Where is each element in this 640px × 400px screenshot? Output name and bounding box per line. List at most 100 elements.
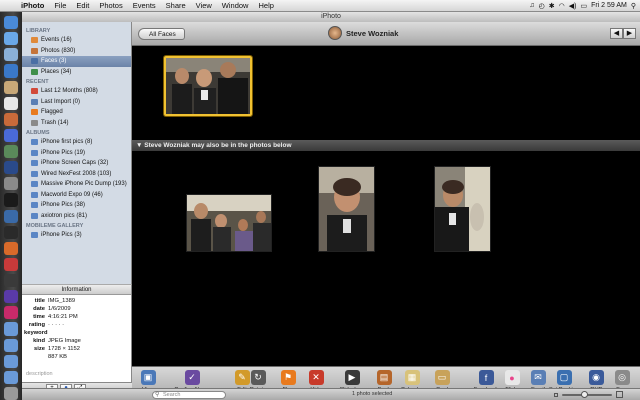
maybe-section-header: ▼ Steve Wozniak may also be in the photo… <box>132 140 640 151</box>
menu-clock[interactable]: Fri 2 59 AM <box>591 2 627 9</box>
menu-app-name[interactable]: iPhoto <box>16 1 49 10</box>
menu-file[interactable]: File <box>49 1 71 10</box>
zoom-large-icon[interactable] <box>616 391 623 398</box>
photo-image <box>435 167 490 251</box>
menu-help[interactable]: Help <box>253 1 278 10</box>
status-bar: ⚲ Search 1 photo selected <box>22 388 640 400</box>
maybe-header-text: Steve Wozniak may also be in the photos … <box>144 142 292 149</box>
flag-icon <box>31 109 38 116</box>
dock-folder-icon[interactable] <box>4 322 18 336</box>
source-item-album[interactable]: Wired NexFest 2008 (103) <box>22 169 131 180</box>
menu-window[interactable]: Window <box>217 1 254 10</box>
gallery-icon <box>31 232 38 239</box>
dock-mail-icon[interactable] <box>4 48 18 62</box>
source-list: LIBRARY Events (16) Photos (830) Faces (3) P… <box>22 22 132 284</box>
information-heading: Information <box>22 285 131 295</box>
album-icon <box>31 191 38 198</box>
source-section-heading[interactable]: RECENT <box>22 77 131 86</box>
wifi-icon[interactable]: ◠ <box>559 2 565 10</box>
source-item-import[interactable]: Last Import (0) <box>22 97 131 108</box>
dock-ical-icon[interactable] <box>4 96 18 110</box>
volume-icon[interactable]: ◀) <box>569 2 577 10</box>
burn-icon: ◎ <box>614 370 630 385</box>
menu-bar: iPhoto File Edit Photos Events Share Vie… <box>0 0 640 12</box>
source-item-flag[interactable]: Flagged <box>22 107 131 118</box>
source-item-album[interactable]: Massive iPhone Pic Dump (193) <box>22 179 131 190</box>
confirm-name-icon: ✓ <box>184 370 200 385</box>
source-item-label: iPhone Pics (19) <box>41 149 86 156</box>
photo-image <box>319 167 374 251</box>
menu-photos[interactable]: Photos <box>94 1 127 10</box>
dock-addressbook-icon[interactable] <box>4 80 18 94</box>
source-item-album[interactable]: Macworld Expo 09 (46) <box>22 190 131 201</box>
trash-icon <box>31 119 38 126</box>
dock-preview-icon[interactable] <box>4 112 18 126</box>
confirmed-photo-thumbnail[interactable] <box>164 56 252 116</box>
collapse-triangle-icon[interactable]: ▼ <box>136 142 144 149</box>
dock-safari-icon[interactable] <box>4 32 18 46</box>
battery-icon[interactable]: ▭ <box>580 2 587 10</box>
dock-finder-icon[interactable] <box>4 16 18 30</box>
source-item-trash[interactable]: Trash (14) <box>22 118 131 129</box>
places-icon <box>31 68 38 75</box>
source-item-album[interactable]: axiotron pics (81) <box>22 211 131 222</box>
dock-app-icon[interactable] <box>4 306 18 320</box>
source-item-label: Macworld Expo 09 (46) <box>41 191 103 198</box>
menu-share[interactable]: Share <box>161 1 191 10</box>
dock-app-icon[interactable] <box>4 209 18 223</box>
source-section-heading[interactable]: ALBUMS <box>22 128 131 137</box>
photo-image <box>166 58 250 114</box>
dock-app-icon[interactable] <box>4 257 18 271</box>
zoom-slider[interactable] <box>562 391 612 398</box>
suggested-photo-thumbnail[interactable] <box>434 166 491 252</box>
timemachine-icon[interactable]: ◴ <box>539 2 545 10</box>
suggested-photo-thumbnail[interactable] <box>318 166 375 252</box>
source-item-album[interactable]: iPhone Pics (19) <box>22 148 131 159</box>
zoom-slider-knob[interactable] <box>580 391 588 398</box>
description-field[interactable]: description <box>26 371 53 377</box>
dock-ichat-icon[interactable] <box>4 64 18 78</box>
menu-edit[interactable]: Edit <box>71 1 94 10</box>
source-item-album[interactable]: iPhone Screen Caps (32) <box>22 158 131 169</box>
source-item-label: Events (16) <box>41 37 72 44</box>
dock-app-icon[interactable] <box>4 274 18 288</box>
source-item-faces[interactable]: Faces (3) <box>22 56 131 67</box>
face-title: Steve Wozniak <box>328 26 398 40</box>
dock-photoshop-icon[interactable] <box>4 161 18 175</box>
source-item-photos[interactable]: Photos (830) <box>22 46 131 57</box>
menu-events[interactable]: Events <box>128 1 161 10</box>
bluetooth-icon[interactable]: ✱ <box>549 2 555 10</box>
dock-app-icon[interactable] <box>4 290 18 304</box>
source-item-album[interactable]: iPhone Pics (38) <box>22 200 131 211</box>
dock-folder-icon[interactable] <box>4 338 18 352</box>
dock-itunes-icon[interactable] <box>4 128 18 142</box>
dock-firefox-icon[interactable] <box>4 241 18 255</box>
suggested-photo-thumbnail[interactable] <box>186 194 272 252</box>
music-icon[interactable]: ♫ <box>529 2 534 9</box>
face-avatar <box>328 26 342 40</box>
source-item-places[interactable]: Places (34) <box>22 67 131 78</box>
previous-face-icon[interactable]: ◀ <box>610 28 623 39</box>
card-icon: ▭ <box>434 370 450 385</box>
source-section-heading[interactable]: LIBRARY <box>22 26 131 35</box>
next-face-icon[interactable]: ▶ <box>623 28 636 39</box>
spotlight-icon[interactable]: ⚲ <box>631 2 636 10</box>
source-item-label: Trash (14) <box>41 119 69 126</box>
dock-iphoto-icon[interactable] <box>4 145 18 159</box>
all-faces-button[interactable]: All Faces <box>138 28 185 40</box>
info-row-keyword: keyword <box>24 330 48 336</box>
source-item-events[interactable]: Events (16) <box>22 35 131 46</box>
dock-app-icon[interactable] <box>4 225 18 239</box>
search-field[interactable]: ⚲ Search <box>152 391 226 399</box>
dock-trash-icon[interactable] <box>4 386 18 400</box>
zoom-small-icon[interactable] <box>554 393 558 397</box>
dock-terminal-icon[interactable] <box>4 193 18 207</box>
menu-view[interactable]: View <box>191 1 217 10</box>
source-item-gallery[interactable]: iPhone Pics (3) <box>22 230 131 241</box>
dock-systemprefs-icon[interactable] <box>4 177 18 191</box>
dock-folder-icon[interactable] <box>4 370 18 384</box>
source-section-heading[interactable]: MOBILEME GALLERY <box>22 221 131 230</box>
dock-folder-icon[interactable] <box>4 354 18 368</box>
source-item-calendar[interactable]: Last 12 Months (808) <box>22 86 131 97</box>
source-item-album[interactable]: iPhone first pics (8) <box>22 137 131 148</box>
